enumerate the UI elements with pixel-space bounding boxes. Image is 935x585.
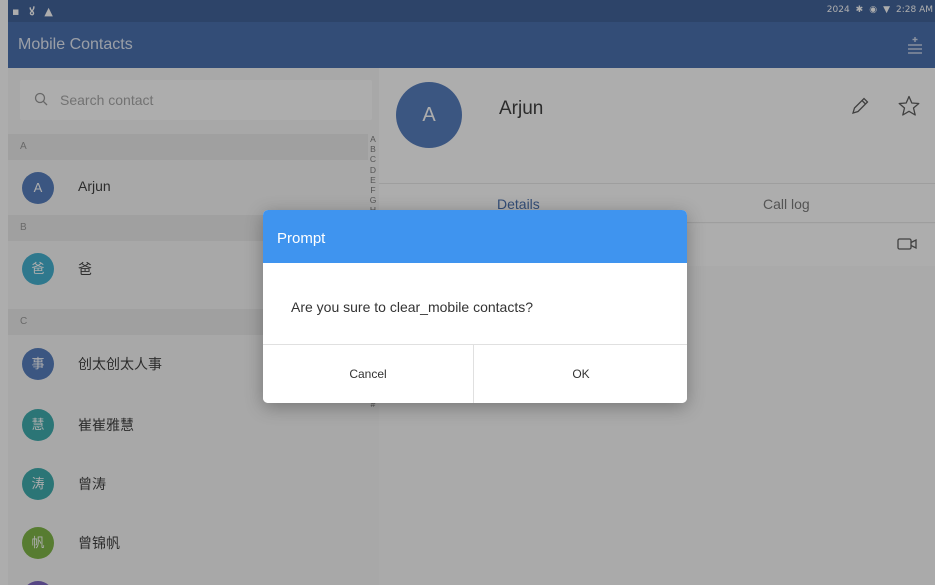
confirm-dialog: Prompt Are you sure to clear_mobile cont… [263, 210, 687, 403]
dialog-header: Prompt [263, 210, 687, 263]
ok-button[interactable]: OK [475, 345, 687, 403]
dialog-message: Are you sure to clear_mobile contacts? [291, 299, 534, 315]
dialog-title: Prompt [277, 230, 326, 247]
cancel-button[interactable]: Cancel [263, 345, 474, 403]
